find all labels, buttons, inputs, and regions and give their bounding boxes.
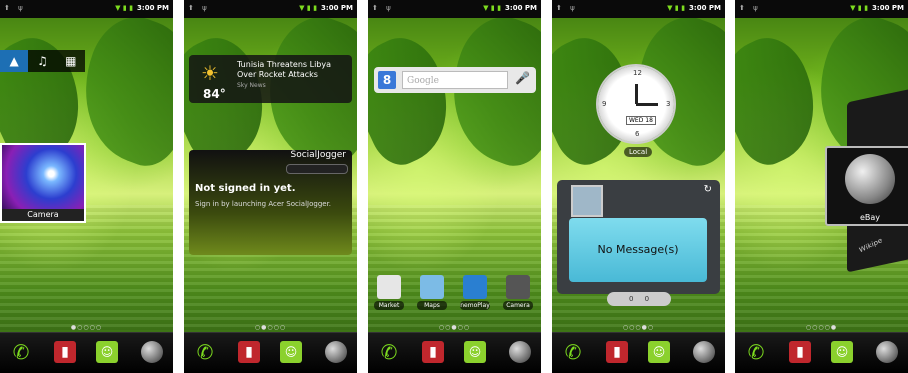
status-bar: ⬆ ψ ▼ ▮ ▮ 3:00 PM (552, 0, 725, 18)
page-indicator: ○○○○● (805, 324, 838, 331)
news-headline[interactable]: Tunisia Threatens Libya Over Rocket Atta… (237, 60, 347, 80)
phone-screen-1: ⬆ ψ ▼ ▮ ▮ 3:00 PM ▲ ♫ ▦ Camera ●○○○○ ✆ ▮ ☺ (0, 0, 173, 373)
app-maps[interactable]: Maps (417, 275, 447, 310)
page-indicator: ●○○○○ (70, 324, 103, 331)
status-bar: ⬆ ψ ▼ ▮ ▮ 3:00 PM (184, 0, 357, 18)
status-bar: ⬆ ψ ▼ ▮ ▮ 3:00 PM (0, 0, 173, 18)
messages-icon[interactable]: ☺ (96, 341, 118, 363)
dock: ✆ ▮ ☺ (735, 332, 908, 373)
market-icon (377, 275, 401, 299)
dock: ✆ ▮ ☺ (552, 332, 725, 373)
browser-icon[interactable] (693, 341, 715, 363)
minute-hand (636, 103, 658, 106)
socialjogger-widget[interactable]: SocialJogger Not signed in yet. Sign in … (189, 150, 352, 255)
page-indicator: ○○●○○ (438, 324, 471, 331)
browser-icon[interactable] (325, 341, 347, 363)
news-weather-widget[interactable]: ☀ 84° Tunisia Threatens Libya Over Rocke… (189, 55, 352, 103)
messages-icon[interactable]: ☺ (648, 341, 670, 363)
contacts-icon[interactable]: ▮ (54, 341, 76, 363)
phone-icon[interactable]: ✆ (378, 341, 400, 363)
partly-cloudy-icon: ☀ (201, 61, 219, 85)
video-tab-icon[interactable]: ▦ (57, 50, 85, 72)
refresh-icon[interactable]: ↻ (704, 184, 712, 195)
missed-calls-count: 0 (628, 295, 634, 303)
analog-clock-widget[interactable]: 12 3 6 9 WED 18 (598, 66, 674, 142)
page-indicator: ○●○○○ (254, 324, 287, 331)
contacts-icon[interactable]: ▮ (789, 341, 811, 363)
photo-thumbnail (2, 145, 84, 209)
browser-icon[interactable] (141, 341, 163, 363)
photo-widget[interactable]: Camera (0, 143, 86, 223)
hour-hand (635, 84, 638, 104)
contacts-icon[interactable]: ▮ (422, 341, 444, 363)
cube-widget[interactable]: eBay (825, 146, 908, 226)
phone-icon[interactable]: ✆ (10, 341, 32, 363)
app-nemoplay[interactable]: nemoPlay (460, 275, 490, 310)
socialjogger-title: SocialJogger (290, 150, 346, 160)
messages-icon[interactable]: ☺ (280, 341, 302, 363)
messages-icon[interactable]: ☺ (464, 341, 486, 363)
dock: ✆ ▮ ☺ (368, 332, 541, 373)
clock-label: Local (624, 147, 653, 157)
weather-temp: 84° (203, 87, 226, 101)
cube-back-label: Wikipe (858, 236, 884, 255)
status-bar: ⬆ ψ ▼ ▮ ▮ 3:00 PM (368, 0, 541, 18)
search-input[interactable]: Google (402, 71, 508, 89)
google-search-widget[interactable]: 8 Google 🎤 (374, 67, 536, 93)
google-logo-icon[interactable]: 8 (378, 71, 396, 89)
water-reflection (368, 205, 541, 330)
socialjogger-text: Sign in by launching Acer SocialJogger. (195, 200, 332, 208)
app-camera[interactable]: Camera (503, 275, 533, 310)
status-bar: ⬆ ψ ▼ ▮ ▮ 3:00 PM (735, 0, 908, 18)
microphone-icon[interactable]: 🎤 (515, 71, 530, 85)
avatar[interactable] (571, 185, 603, 217)
nemoplay-icon (463, 275, 487, 299)
notification-pills[interactable]: 0 0 (607, 292, 671, 306)
cube-label: eBay (859, 213, 881, 222)
camera-icon (506, 275, 530, 299)
app-market[interactable]: Market (374, 275, 404, 310)
clock-date: WED 18 (626, 116, 656, 125)
socialjogger-input[interactable] (286, 164, 348, 174)
contacts-icon[interactable]: ▮ (238, 341, 260, 363)
photo-tab-icon[interactable]: ▲ (0, 50, 29, 72)
message-bubble: No Message(s) (569, 218, 707, 282)
phone-screen-2: ⬆ ψ ▼ ▮ ▮ 3:00 PM ☀ 84° Tunisia Threatens … (184, 0, 357, 373)
browser-icon[interactable] (509, 341, 531, 363)
socialjogger-heading: Not signed in yet. (195, 183, 296, 194)
music-tab-icon[interactable]: ♫ (28, 50, 56, 72)
dock: ✆ ▮ ☺ (184, 332, 357, 373)
messages-widget[interactable]: ↻ No Message(s) 0 0 (557, 180, 720, 306)
browser-icon[interactable] (876, 341, 898, 363)
water-reflection (0, 205, 173, 330)
globe-icon (845, 154, 895, 204)
contacts-icon[interactable]: ▮ (606, 341, 628, 363)
photo-caption: Camera (2, 209, 84, 221)
phone-screen-5: ⬆ ψ ▼ ▮ ▮ 3:00 PM Wikipe eBay ○○○○● ✆ ▮ ☺ (735, 0, 908, 373)
phone-icon[interactable]: ✆ (745, 341, 767, 363)
dock: ✆ ▮ ☺ (0, 332, 173, 373)
media-widget-tabs[interactable]: ▲ ♫ ▦ (0, 50, 85, 72)
news-source: Sky News (237, 82, 266, 89)
maps-icon (420, 275, 444, 299)
phone-icon[interactable]: ✆ (194, 341, 216, 363)
phone-screen-4: ⬆ ψ ▼ ▮ ▮ 3:00 PM 12 3 6 9 WED 18 Local ↻ … (552, 0, 725, 373)
phone-icon[interactable]: ✆ (562, 341, 584, 363)
phone-screen-3: ⬆ ψ ▼ ▮ ▮ 3:00 PM 8 Google 🎤 Market Maps n… (368, 0, 541, 373)
page-indicator: ○○○●○ (622, 324, 655, 331)
contacts-count: 0 (644, 295, 650, 303)
messages-icon[interactable]: ☺ (831, 341, 853, 363)
